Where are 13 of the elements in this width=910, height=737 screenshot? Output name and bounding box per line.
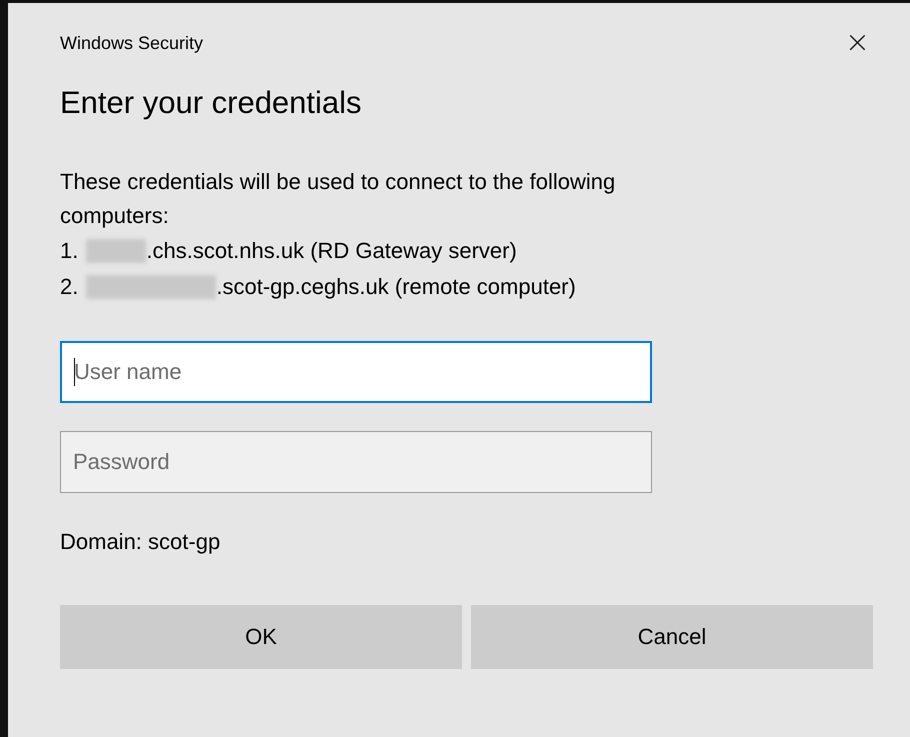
input-field[interactable]: Password: [60, 431, 652, 493]
computer-name: .chs.scot.nhs.uk (RD Gateway server): [146, 237, 517, 265]
input-field[interactable]: User name: [60, 341, 652, 403]
cancel-button[interactable]: Cancel: [471, 605, 873, 669]
dialog-heading: Enter your credentials: [60, 84, 363, 122]
window-title: Windows Security: [60, 32, 204, 54]
close-button[interactable]: ×: [840, 28, 874, 58]
domain-label: Domain: scot-gp: [60, 529, 222, 555]
message-text: These credentials will be used to connect to the following computers:: [60, 168, 616, 230]
list-number: 1.: [60, 237, 78, 265]
list-number: 2.: [60, 273, 78, 301]
computer-name: .scot-gp.ceghs.uk (remote computer): [216, 273, 576, 301]
ok-button[interactable]: OK: [60, 605, 462, 669]
